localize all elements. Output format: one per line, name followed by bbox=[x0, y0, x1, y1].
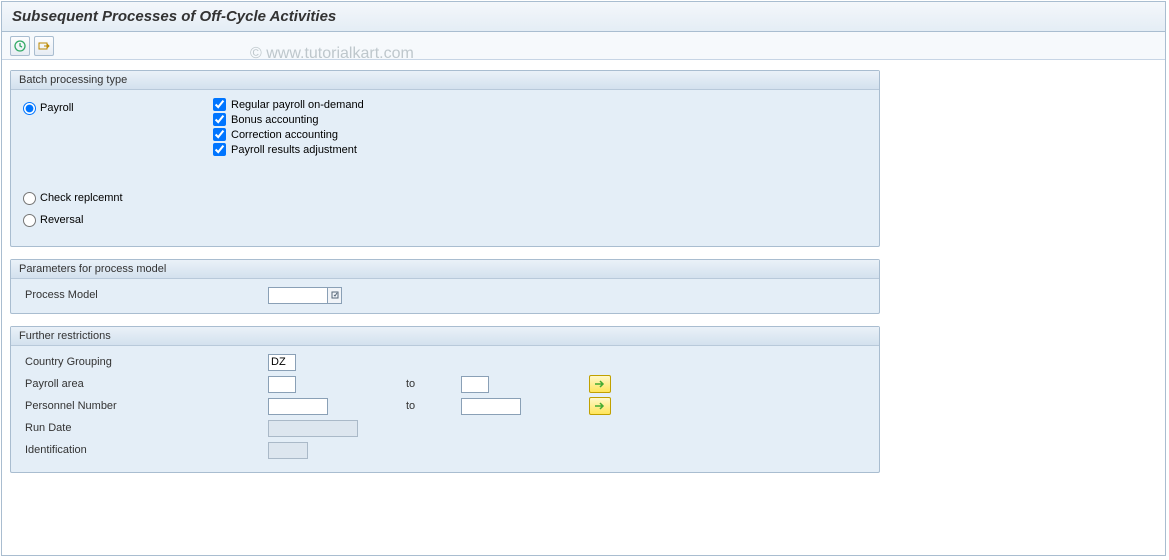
personnel-number-multi-sel-button[interactable] bbox=[589, 397, 611, 415]
payroll-area-label: Payroll area bbox=[23, 378, 268, 390]
personnel-number-from-input[interactable] bbox=[268, 398, 328, 415]
payroll-area-multi-sel-button[interactable] bbox=[589, 375, 611, 393]
identification-label: Identification bbox=[23, 444, 268, 456]
clock-icon bbox=[14, 40, 26, 52]
check-bonus[interactable] bbox=[213, 113, 226, 126]
arrow-right-icon bbox=[594, 379, 606, 389]
check-correction-label: Correction accounting bbox=[231, 129, 338, 141]
group-title-restrictions: Further restrictions bbox=[11, 327, 879, 346]
radio-payroll-label: Payroll bbox=[40, 102, 74, 114]
group-params: Parameters for process model Process Mod… bbox=[10, 259, 880, 314]
group-title-params: Parameters for process model bbox=[11, 260, 879, 279]
check-adjustment-label: Payroll results adjustment bbox=[231, 144, 357, 156]
radio-check-repl-label: Check replcemnt bbox=[40, 192, 123, 204]
country-grouping-label: Country Grouping bbox=[23, 356, 268, 368]
check-adjustment[interactable] bbox=[213, 143, 226, 156]
search-help-icon bbox=[331, 291, 339, 299]
arrow-right-icon bbox=[594, 401, 606, 411]
variant-button[interactable] bbox=[34, 36, 54, 56]
personnel-number-to-input[interactable] bbox=[461, 398, 521, 415]
payroll-area-to-label: to bbox=[406, 378, 461, 390]
personnel-number-to-label: to bbox=[406, 400, 461, 412]
process-model-label: Process Model bbox=[23, 289, 268, 301]
run-date-label: Run Date bbox=[23, 422, 268, 434]
check-regular-label: Regular payroll on-demand bbox=[231, 99, 364, 111]
check-bonus-label: Bonus accounting bbox=[231, 114, 318, 126]
execute-button[interactable] bbox=[10, 36, 30, 56]
radio-payroll[interactable] bbox=[23, 102, 36, 115]
check-correction[interactable] bbox=[213, 128, 226, 141]
process-model-input[interactable] bbox=[268, 287, 328, 304]
content-area: Batch processing type Payroll bbox=[2, 60, 1165, 495]
identification-input bbox=[268, 442, 308, 459]
personnel-number-label: Personnel Number bbox=[23, 400, 268, 412]
radio-reversal[interactable] bbox=[23, 214, 36, 227]
payroll-area-to-input[interactable] bbox=[461, 376, 489, 393]
group-title-batch: Batch processing type bbox=[11, 71, 879, 90]
payroll-area-from-input[interactable] bbox=[268, 376, 296, 393]
group-restrictions: Further restrictions Country Grouping Pa… bbox=[10, 326, 880, 473]
run-date-input bbox=[268, 420, 358, 437]
check-regular[interactable] bbox=[213, 98, 226, 111]
app-window: Subsequent Processes of Off-Cycle Activi… bbox=[1, 1, 1166, 556]
process-model-f4-button[interactable] bbox=[328, 287, 342, 304]
country-grouping-input[interactable] bbox=[268, 354, 296, 371]
radio-reversal-label: Reversal bbox=[40, 214, 83, 226]
folder-arrow-icon bbox=[38, 40, 50, 52]
toolbar bbox=[2, 32, 1165, 60]
radio-check-repl[interactable] bbox=[23, 192, 36, 205]
page-title: Subsequent Processes of Off-Cycle Activi… bbox=[2, 2, 1165, 32]
group-batch-processing: Batch processing type Payroll bbox=[10, 70, 880, 247]
